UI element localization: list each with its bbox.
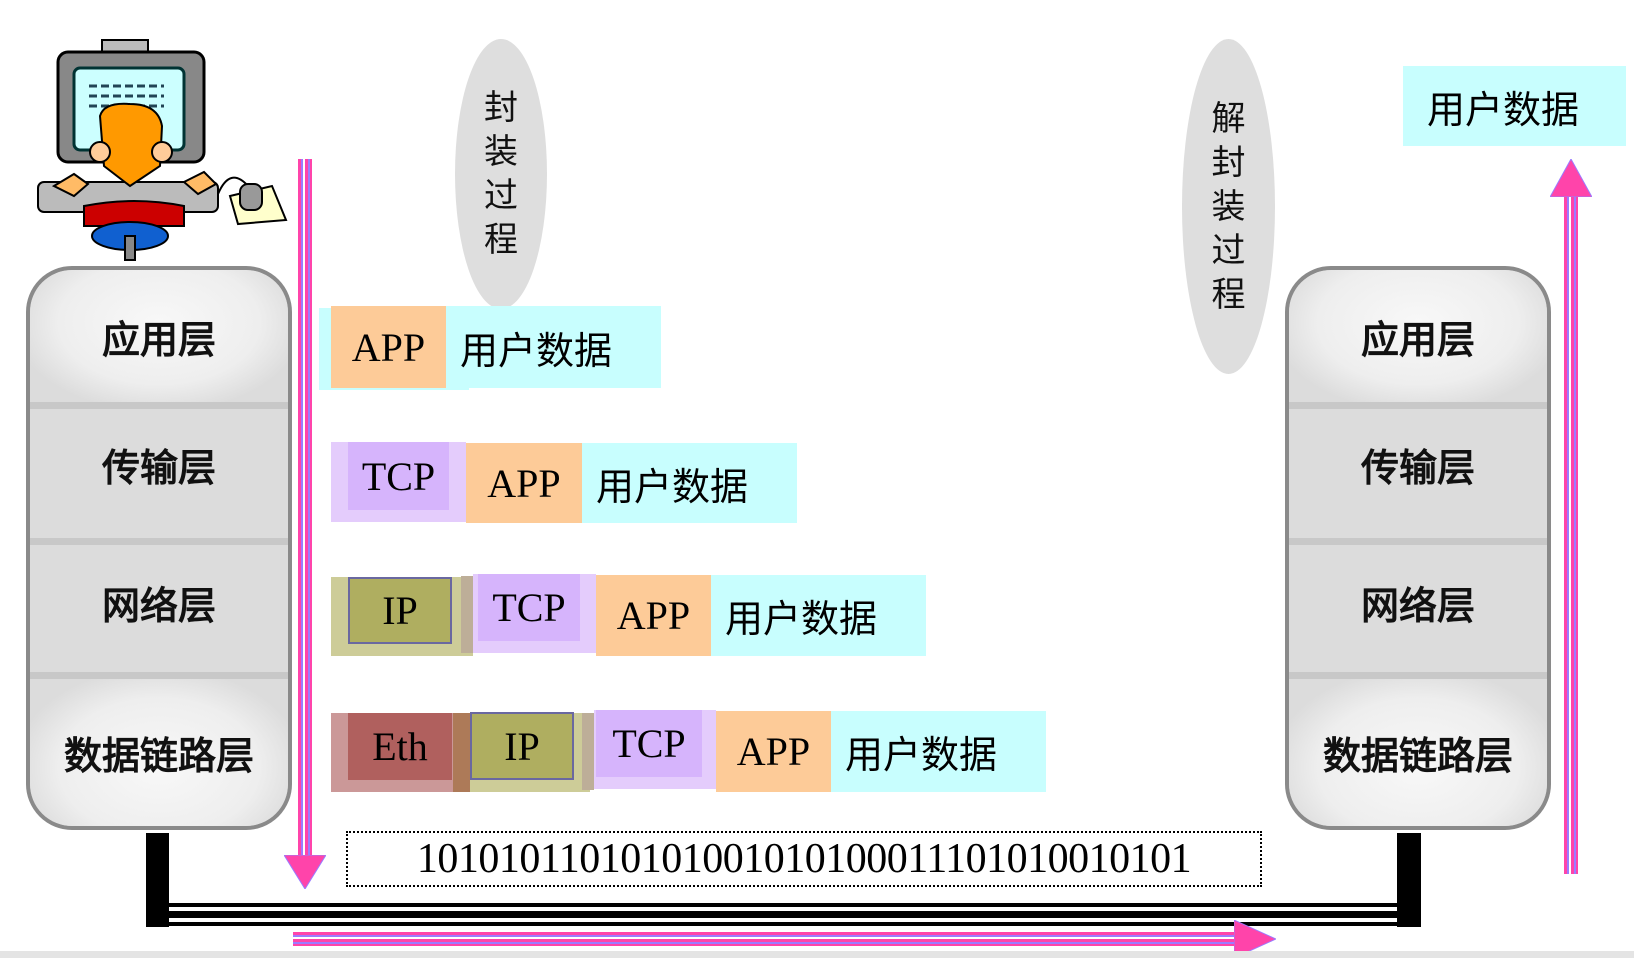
sender-protocol-stack: 应用层 传输层 网络层 数据链路层 — [26, 266, 292, 830]
tcp-header: TCP — [348, 442, 449, 510]
label-char: 过 — [1211, 230, 1246, 271]
layer-data-link: 数据链路层 — [30, 679, 288, 826]
app-header: APP — [596, 575, 711, 656]
layer-transport: 传输层 — [101, 445, 216, 490]
app-header: APP — [716, 711, 831, 792]
label-char: 程 — [484, 220, 518, 260]
label-char: 解 — [1211, 98, 1246, 139]
label-char: 程 — [1211, 274, 1246, 315]
physical-line — [169, 922, 1397, 926]
label-char: 装 — [1211, 186, 1246, 227]
bitstream-box: 10101011010101001010100011101010010101 — [346, 831, 1262, 887]
up-arrowhead-icon — [1550, 159, 1592, 197]
physical-line — [169, 911, 1397, 918]
decapsulation-label: 解 封 装 过 程 — [1182, 39, 1275, 374]
label-char: 装 — [484, 132, 518, 172]
layer-network: 网络层 — [1360, 583, 1475, 628]
label-char: 封 — [484, 88, 518, 128]
encapsulation-arrow-shaft — [298, 159, 312, 859]
label-char: 封 — [1211, 142, 1246, 183]
shadow-strip — [461, 576, 473, 653]
layer-application: 应用层 — [1289, 270, 1547, 402]
encapsulation-label: 封 装 过 程 — [455, 39, 547, 309]
down-arrowhead-icon — [284, 855, 326, 889]
user-data: 用户数据 — [446, 306, 661, 388]
divider — [30, 672, 288, 679]
user-data: 用户数据 — [711, 575, 926, 656]
received-user-data: 用户数据 — [1403, 66, 1626, 146]
decapsulation-arrow-shaft — [1564, 196, 1578, 874]
app-header: APP — [466, 443, 582, 523]
transmission-arrow-shaft — [293, 932, 1239, 946]
layer-transport: 传输层 — [1360, 445, 1475, 490]
app-header: APP — [331, 306, 446, 388]
ip-header: IP — [348, 577, 452, 644]
shadow-strip — [582, 713, 594, 790]
receiver-protocol-stack: 应用层 传输层 网络层 数据链路层 — [1285, 266, 1551, 830]
physical-line — [169, 903, 1397, 907]
divider — [1289, 402, 1547, 409]
user-data: 用户数据 — [831, 711, 1046, 792]
tcp-header: TCP — [596, 710, 702, 777]
divider — [1289, 672, 1547, 679]
computer-user-icon — [37, 39, 288, 261]
layer-application: 应用层 — [30, 270, 288, 402]
eth-header: Eth — [348, 713, 452, 780]
label-char: 过 — [484, 176, 518, 216]
layer-data-link: 数据链路层 — [1289, 679, 1547, 826]
left-link-post — [146, 833, 169, 927]
ip-header: IP — [470, 712, 574, 780]
divider — [1289, 538, 1547, 545]
divider — [30, 538, 288, 545]
right-link-post — [1397, 833, 1421, 927]
bottom-strip — [0, 951, 1634, 958]
user-data: 用户数据 — [582, 443, 797, 523]
tcp-header: TCP — [478, 574, 580, 641]
divider — [30, 402, 288, 409]
layer-network: 网络层 — [101, 583, 216, 628]
shadow-strip — [453, 713, 470, 792]
